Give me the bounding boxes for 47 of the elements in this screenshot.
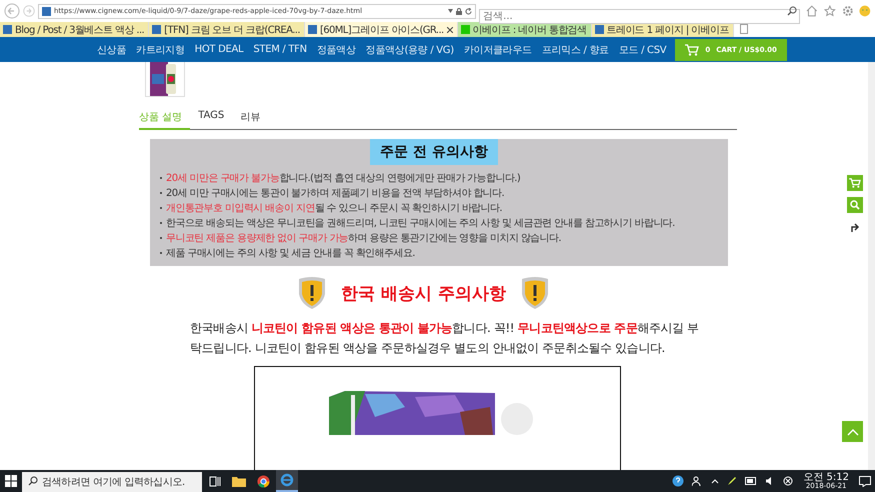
notice-item: 무니코틴 제품은 용량제한 없이 구매가 가능하며 용량은 통관기간에는 영향을 미치지 않습니다. bbox=[166, 232, 561, 244]
notice-item: 20세 미만 구매시에는 통관이 불가하며 제품폐기 비용을 전액 부담하셔야 합니다. bbox=[166, 186, 504, 200]
browser-tab[interactable]: Blog / Post / 3월베스트 액상 ... bbox=[0, 22, 150, 37]
nav-link[interactable]: 프리믹스 / 향료 bbox=[536, 42, 614, 56]
warning-shield-icon bbox=[520, 276, 550, 310]
warning-shield-icon bbox=[297, 276, 328, 310]
caret-icon[interactable] bbox=[711, 478, 720, 484]
scrollbar[interactable] bbox=[868, 62, 875, 470]
nav-link[interactable]: 정품액상(용량 / VG) bbox=[360, 42, 459, 56]
notice-item: 20세 미만은 구매가 불가능합니다.(법적 흡연 대상의 연령에게만 판매가 가능합니다.) bbox=[166, 172, 520, 184]
product-tab[interactable]: TAGS bbox=[198, 107, 232, 129]
notice-item: 제품 구매시에는 주의 사항 및 세금 안내를 꼭 확인해주세요. bbox=[166, 246, 415, 260]
shipping-paragraph: 한국배송시 니코틴이 함유된 액상은 통관이 불가능합니다. 꼭!! 무니코틴액상으로 주문해주시길 부탁드립니다. 니코틴이 함유된 액상을 주문하실경우 별도의 안내없이 주문취소될수 있습니다. bbox=[190, 320, 700, 357]
people-icon[interactable] bbox=[692, 476, 704, 486]
nav-link[interactable]: 카트리지형 bbox=[131, 42, 190, 56]
nav-link[interactable]: 카이저클라우드 bbox=[458, 42, 537, 56]
site-icon bbox=[42, 6, 51, 16]
close-icon[interactable] bbox=[446, 26, 453, 32]
search-field[interactable]: 검색... bbox=[479, 8, 800, 24]
new-tab-button[interactable] bbox=[740, 24, 748, 34]
caret-up-icon bbox=[846, 428, 858, 436]
star-icon[interactable] bbox=[824, 5, 836, 17]
nav-link[interactable]: 정품액상 bbox=[312, 42, 361, 56]
product-tab[interactable]: 리뷰 bbox=[240, 107, 268, 129]
nav-link[interactable]: HOT DEAL bbox=[190, 44, 248, 55]
nav-link[interactable]: 모드 / CSV bbox=[614, 42, 672, 56]
taskbar-search-field[interactable]: 검색하려면 여기에 입력하십시오. bbox=[22, 472, 202, 492]
settings-icon[interactable] bbox=[842, 5, 854, 17]
nav-link[interactable]: STEM / TFN bbox=[248, 44, 312, 55]
shipping-title: 한국 배송시 주의사항 bbox=[341, 282, 506, 304]
browser-tab[interactable]: [TFN] 크림 오브 더 크랍(CREA... bbox=[149, 22, 305, 37]
refresh-icon[interactable] bbox=[465, 8, 472, 14]
browser-tab[interactable]: [60ML]그레이프 아이스(GR... bbox=[304, 22, 458, 37]
lock-icon bbox=[456, 8, 462, 14]
product-thumbnail[interactable] bbox=[145, 62, 185, 97]
home-icon[interactable] bbox=[806, 5, 818, 17]
notice-item: 한국으로 배송되는 액상은 무니코틴을 권해드리며, 니코틴 구매시에는 주의 사항 및 세금관련 안내를 참고하시기 바랍니다. bbox=[166, 216, 675, 230]
pen-icon[interactable] bbox=[727, 476, 738, 486]
nav-link[interactable]: 신상품 bbox=[92, 42, 132, 56]
clock-time[interactable]: 오전 5:12 bbox=[803, 472, 849, 482]
notice-title: 주문 전 유의사항 bbox=[370, 139, 498, 165]
dropdown-icon[interactable] bbox=[448, 9, 454, 13]
cart-icon bbox=[685, 44, 700, 56]
notice-item: 개인통관부호 미입력시 배송이 지연될 수 있으니 주문시 꼭 확인하시기 바랍니다. bbox=[166, 202, 502, 214]
search-icon[interactable] bbox=[787, 6, 798, 16]
notification-icon[interactable] bbox=[859, 476, 871, 486]
help-icon[interactable] bbox=[672, 475, 684, 487]
